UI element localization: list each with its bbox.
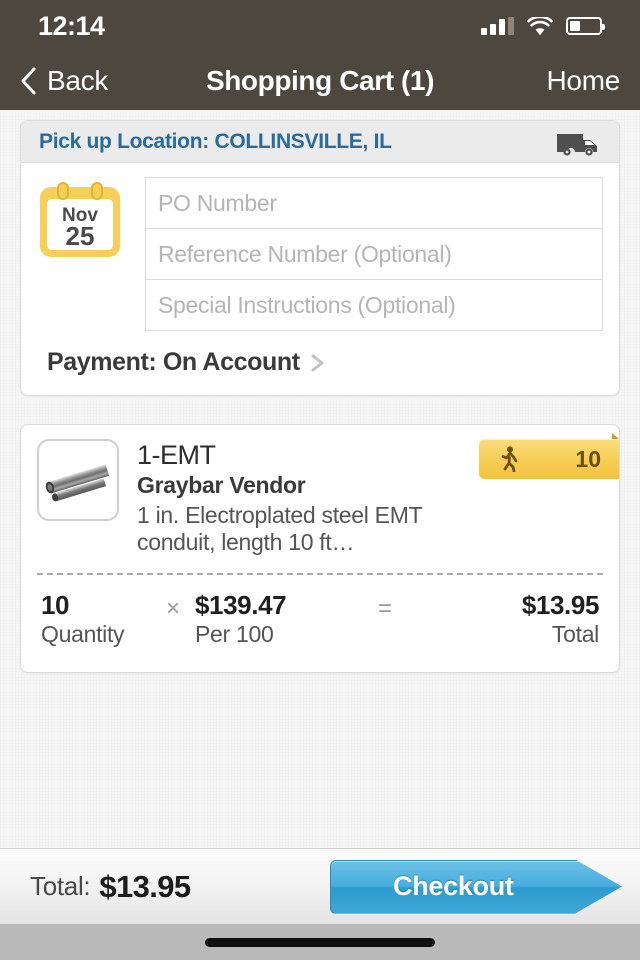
cart-total-label: Total:	[30, 871, 91, 901]
chevron-left-icon	[21, 67, 36, 95]
calendar-icon[interactable]: Nov 25	[37, 179, 123, 261]
pickup-location-header[interactable]: Pick up Location: COLLINSVILLE, IL	[21, 121, 619, 163]
unit-price-value: $139.47	[195, 589, 287, 620]
navigation-bar: Back Shopping Cart (1) Home	[0, 52, 640, 110]
cart-item-card[interactable]: 1-EMT Graybar Vendor 1 in. Electroplated…	[20, 424, 620, 674]
special-instructions-input[interactable]: Special Instructions (Optional)	[145, 279, 603, 331]
payment-method-row[interactable]: Payment: On Account	[21, 330, 619, 395]
po-number-placeholder: PO Number	[158, 189, 277, 216]
emt-conduit-pipe-image	[45, 464, 110, 502]
cart-summary-bar: Total: $13.95 Checkout	[0, 848, 640, 924]
payment-method-label: Payment: On Account	[47, 348, 300, 376]
walking-person-icon	[501, 446, 518, 472]
calendar-day: 25	[66, 221, 95, 251]
status-time: 12:14	[38, 10, 105, 41]
quantity-label: Quantity	[41, 621, 125, 648]
pickup-details-card: Pick up Location: COLLINSVILLE, IL Nov 2…	[20, 120, 620, 396]
special-instructions-placeholder: Special Instructions (Optional)	[158, 291, 456, 318]
quantity-value: 10	[41, 589, 70, 620]
app-screen: 12:14 Back Shopping Cart (1) Home Pick u…	[0, 0, 640, 960]
reference-number-input[interactable]: Reference Number (Optional)	[145, 228, 603, 280]
checkout-button-label: Checkout	[393, 871, 514, 901]
back-button-label: Back	[47, 65, 109, 96]
product-vendor: Graybar Vendor	[137, 472, 306, 499]
pickup-input-fields: PO Number Reference Number (Optional) Sp…	[137, 177, 603, 331]
chevron-right-icon	[311, 354, 324, 371]
product-info: 1-EMT Graybar Vendor 1 in. Electroplated…	[119, 439, 467, 557]
pickup-location-label: Pick up Location: COLLINSVILLE, IL	[39, 129, 392, 153]
cart-total-value: $13.95	[99, 868, 191, 904]
product-description: 1 in. Electroplated steel EMT conduit, l…	[137, 502, 422, 556]
home-indicator-area	[0, 924, 640, 960]
pickup-date-column: Nov 25	[37, 177, 137, 330]
po-number-input[interactable]: PO Number	[145, 177, 603, 229]
status-indicators	[481, 16, 605, 36]
checkout-button[interactable]: Checkout	[330, 859, 622, 914]
product-title: 1-EMT	[137, 440, 216, 470]
reference-number-placeholder: Reference Number (Optional)	[158, 240, 452, 267]
equals-symbol: =	[377, 594, 392, 622]
scroll-content: Pick up Location: COLLINSVILLE, IL Nov 2…	[0, 110, 640, 848]
home-button[interactable]: Home	[547, 65, 621, 97]
delivery-truck-icon	[557, 133, 597, 156]
battery-icon	[566, 17, 605, 35]
quantity-cell[interactable]: 10 Quantity	[41, 589, 151, 649]
cart-item-pricing: 10 Quantity × $139.47 Per 100 = $13.95 T…	[21, 575, 619, 669]
unit-price-cell: $139.47 Per 100	[195, 589, 365, 649]
unit-price-label: Per 100	[195, 621, 274, 648]
multiply-symbol: ×	[165, 594, 180, 622]
cellular-signal-icon	[481, 17, 514, 35]
status-bar: 12:14	[0, 0, 640, 52]
wifi-icon	[527, 16, 553, 35]
stock-count-label: 10	[575, 445, 601, 472]
line-total-cell: $13.95 Total	[521, 589, 600, 649]
product-thumbnail[interactable]	[37, 439, 119, 521]
line-total-value: $13.95	[521, 589, 600, 620]
back-button[interactable]: Back	[20, 65, 108, 97]
home-indicator[interactable]	[205, 937, 435, 947]
line-total-label: Total	[551, 621, 599, 648]
cart-item-header: 1-EMT Graybar Vendor 1 in. Electroplated…	[21, 425, 619, 569]
pickup-form: Nov 25 PO Number Reference Number (Optio…	[21, 163, 619, 331]
stock-availability-badge[interactable]: 10	[479, 433, 619, 479]
